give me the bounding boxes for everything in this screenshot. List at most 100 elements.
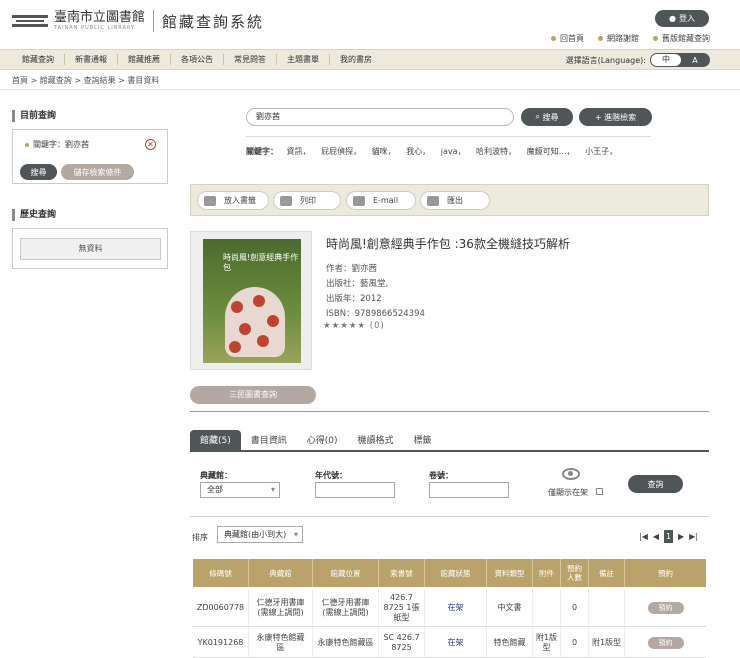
next-page-icon[interactable]: ▶ [678, 532, 684, 541]
tab-holdings[interactable]: 館藏(5) [190, 430, 241, 450]
nav-item[interactable]: 新書通報 [65, 54, 118, 65]
library-cell: 仁德牙用書庫(需線上調閱) [249, 589, 313, 626]
reserve-button[interactable]: 預約 [647, 636, 684, 649]
library-cell: 永康特色館藏區 [249, 628, 313, 657]
nav-item[interactable]: 主題書單 [277, 54, 330, 65]
chevron-down-icon: ▾ [293, 530, 298, 539]
note-cell [589, 589, 625, 626]
email-button[interactable]: E-mail [346, 191, 416, 210]
keyword-link[interactable]: 哈利波特， [476, 147, 516, 156]
language-toggle[interactable]: 中A [650, 53, 710, 67]
book-title: 時尚風!創意經典手作包 :36款全機縫技巧解析 [326, 237, 570, 251]
keyword-link[interactable]: java， [441, 147, 466, 156]
status-cell[interactable]: 在架 [425, 628, 487, 657]
col-header: 館藏狀態 [425, 559, 487, 587]
tab-reviews[interactable]: 心得(0) [297, 430, 348, 450]
search-input[interactable]: 劉亦茜 [246, 108, 514, 126]
no-data: 無資料 [20, 238, 161, 260]
keyword-link[interactable]: 魔鏡可知…， [527, 147, 575, 156]
book-cover[interactable]: 時尚風!創意經典手作包 [190, 231, 312, 370]
main-nav: 館藏查詢 新書通報 館藏推薦 各項公告 常見問答 主題書單 我的書房 選擇語言(… [0, 49, 740, 70]
search-button[interactable]: ⌕ 搜尋 [521, 108, 573, 126]
plus-icon: + [594, 112, 605, 122]
holds-cell: 0 [561, 628, 589, 657]
remove-keyword-icon[interactable]: ✕ [145, 139, 156, 150]
system-title: 館藏查詢系統 [162, 12, 265, 31]
tab-bib-info[interactable]: 書目資訊 [241, 430, 297, 450]
nav-item[interactable]: 我的書房 [330, 54, 382, 65]
location-cell: 仁德牙用書庫(需線上調閱) [313, 589, 379, 626]
nav-item[interactable]: 常見問答 [224, 54, 277, 65]
pagination: |◀ ◀ 1 ▶ ▶| [639, 530, 698, 543]
col-header: 條碼號 [193, 559, 249, 587]
barcode-cell: ZD0060778 [193, 589, 249, 626]
reserve-button[interactable]: 預約 [647, 601, 684, 614]
current-page[interactable]: 1 [664, 530, 674, 543]
only-available-checkbox[interactable] [596, 488, 603, 495]
sanmin-lookup-button[interactable]: 三民圖書查詢 [190, 386, 316, 404]
holdings-table-header: 條碼號 典藏館 館藏位置 索書號 館藏狀態 資料類型 附件 預約人數 備註 預約 [193, 559, 706, 587]
export-button[interactable]: 匯出 [420, 191, 490, 210]
hot-keywords: 關鍵字： 資訊， 屁屁偵探， 貓咪， 我心， java， 哈利波特， 魔鏡可知…… [246, 147, 618, 156]
nav-item[interactable]: 館藏推薦 [118, 54, 171, 65]
prev-page-icon[interactable]: ◀ [653, 532, 659, 541]
cover-image: 時尚風!創意經典手作包 [203, 239, 301, 363]
keyword-link[interactable]: 資訊， [287, 147, 311, 156]
library-label: 典藏館： [200, 471, 232, 480]
library-select[interactable]: 全部 ▾ [200, 482, 280, 498]
holds-cell: 0 [561, 589, 589, 626]
query-button[interactable]: 查詢 [628, 475, 683, 493]
print-button[interactable]: 列印 [273, 191, 341, 210]
first-page-icon[interactable]: |◀ [639, 532, 648, 541]
eye-icon [562, 468, 580, 480]
col-header: 館藏位置 [313, 559, 379, 587]
handbag-illustration [225, 287, 285, 357]
col-header: 預約人數 [561, 559, 589, 587]
status-cell[interactable]: 在架 [425, 589, 487, 626]
nav-item[interactable]: 館藏查詢 [12, 54, 65, 65]
online-link[interactable]: 網路謝館 [598, 33, 639, 44]
col-header: 典藏館 [249, 559, 313, 587]
save-criteria-button[interactable]: 儲存檢索條件 [61, 164, 134, 180]
keyword-link[interactable]: 屁屁偵探， [321, 147, 361, 156]
tab-tags[interactable]: 標籤 [404, 430, 442, 450]
bookmark-icon [204, 195, 216, 206]
advanced-search-button[interactable]: + 進階檢索 [579, 108, 652, 126]
col-header: 索書號 [379, 559, 425, 587]
keyword-link[interactable]: 我心， [406, 147, 430, 156]
old-search-link[interactable]: 舊版館藏查詢 [653, 33, 710, 44]
col-header: 備註 [589, 559, 625, 587]
keyword-link[interactable]: 貓咪， [372, 147, 396, 156]
language-selector: 選擇語言(Language): 中A [566, 53, 710, 67]
year-input[interactable] [315, 482, 395, 498]
export-icon [427, 195, 439, 206]
printer-icon [280, 195, 292, 206]
tab-marc[interactable]: 機讀格式 [348, 430, 404, 450]
nav-item[interactable]: 各項公告 [171, 54, 224, 65]
volume-label: 卷號： [429, 471, 453, 480]
bookmark-button[interactable]: 放入書籤 [197, 191, 269, 210]
barcode-cell: YK0191268 [193, 628, 249, 657]
home-link[interactable]: 回首頁 [551, 33, 584, 44]
callno-cell: SC 426.7 8725 [379, 628, 425, 657]
keyword-link[interactable]: 小王子， [585, 147, 617, 156]
logo-mark-icon [12, 15, 48, 27]
breadcrumb: 首頁 > 館藏查詢 > 查詢結果 > 書目資料 [12, 76, 160, 85]
table-row: ZD0060778 仁德牙用書庫(需線上調閱) 仁德牙用書庫(需線上調閱) 42… [193, 589, 706, 627]
col-header: 資料類型 [487, 559, 533, 587]
chevron-down-icon: ▾ [270, 485, 275, 494]
table-row: YK0191268 永康特色館藏區 永康特色館藏區 SC 426.7 8725 … [193, 628, 706, 658]
volume-input[interactable] [429, 482, 509, 498]
sort-label: 排序 [192, 533, 208, 542]
login-button[interactable]: ● 登入 [655, 10, 709, 27]
col-header: 附件 [533, 559, 561, 587]
year-label: 年代號： [315, 471, 347, 480]
rating-stars[interactable]: ★★★★★ (0) [323, 321, 385, 331]
callno-cell: 426.7 8725 1張紙型 [379, 589, 425, 626]
sort-select[interactable]: 典藏館(由小到大) ▾ [217, 526, 303, 543]
sidebar-search-button[interactable]: 搜尋 [20, 164, 57, 180]
search-icon: ⌕ [535, 112, 543, 121]
type-cell: 特色館藏 [487, 628, 533, 657]
last-page-icon[interactable]: ▶| [689, 532, 698, 541]
library-logo[interactable]: 臺南市立圖書館 TAINAN PUBLIC LIBRARY 館藏查詢系統 [12, 10, 264, 32]
